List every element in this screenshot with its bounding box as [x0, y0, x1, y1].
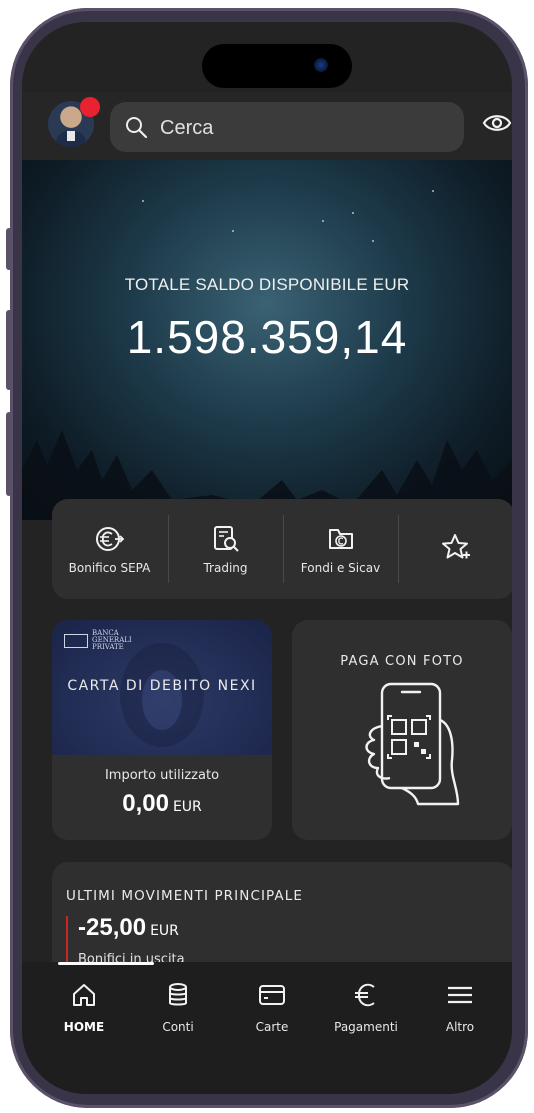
- nav-label: Carte: [255, 1020, 289, 1034]
- movement-amount-value: -25,00: [78, 914, 147, 941]
- star-dot: [372, 240, 374, 242]
- action-add-favorite[interactable]: [398, 499, 512, 599]
- phone-qr-icon: [365, 682, 460, 806]
- card-title: CARTA DI DEBITO NEXI: [67, 678, 257, 694]
- action-label: Fondi e Sicav: [300, 561, 381, 575]
- bank-logo: BANCA GENERALI PRIVATE: [64, 629, 132, 651]
- star-dot: [432, 190, 434, 192]
- nav-pagamenti[interactable]: Pagamenti: [326, 980, 406, 1034]
- nav-altro[interactable]: Altro: [420, 980, 500, 1034]
- menu-icon: [420, 980, 500, 1010]
- search-icon: [124, 115, 148, 144]
- used-amount-value: 0,00: [122, 790, 169, 817]
- movement-currency: EUR: [150, 923, 179, 939]
- action-trading[interactable]: Trading: [168, 499, 283, 599]
- card-icon: [232, 980, 312, 1010]
- fund-folder-icon: [283, 525, 398, 553]
- balance-hero: TOTALE SALDO DISPONIBILE EUR 1.598.359,1…: [22, 160, 512, 520]
- star-add-icon: [398, 533, 512, 561]
- movements-title: ULTIMI MOVIMENTI PRINCIPALE: [66, 888, 304, 904]
- bank-logo-text: BANCA GENERALI PRIVATE: [92, 629, 132, 651]
- card-image: BANCA GENERALI PRIVATE CARTA DI DEBITO N…: [52, 620, 272, 755]
- avatar-collar: [67, 131, 75, 141]
- used-amount-currency: EUR: [172, 799, 202, 815]
- action-fondi-sicav[interactable]: Fondi e Sicav: [283, 499, 398, 599]
- photo-pay-title: PAGA CON FOTO: [340, 654, 464, 669]
- nav-label: HOME: [63, 1020, 105, 1034]
- photo-pay-tile[interactable]: PAGA CON FOTO: [292, 620, 512, 840]
- euro-transfer-icon: [52, 525, 167, 553]
- nav-label: Altro: [445, 1020, 475, 1034]
- nav-label: Pagamenti: [334, 1020, 398, 1034]
- eye-icon[interactable]: [482, 112, 512, 139]
- search-input[interactable]: [158, 112, 452, 144]
- side-button: [6, 310, 12, 390]
- star-dot: [352, 212, 354, 214]
- star-dot: [322, 220, 324, 222]
- action-label: Trading: [203, 561, 248, 575]
- search-bar[interactable]: [110, 102, 464, 152]
- quick-actions: Bonifico SEPA Trading Fondi e Sicav: [52, 499, 512, 599]
- nav-home[interactable]: HOME: [44, 980, 124, 1034]
- bank-logo-mark: [64, 633, 88, 648]
- side-button: [6, 412, 12, 496]
- balance-label: TOTALE SALDO DISPONIBILE EUR: [124, 275, 410, 294]
- bottom-nav: HOME Conti Carte Pagamenti Altro: [22, 962, 512, 1094]
- side-button: [6, 228, 12, 270]
- nav-conti[interactable]: Conti: [138, 980, 218, 1034]
- notification-badge: [80, 97, 100, 117]
- trading-document-icon: [168, 525, 283, 553]
- top-bar: [22, 92, 512, 160]
- used-amount: 0,00 EUR: [52, 790, 272, 818]
- dynamic-island: [202, 44, 352, 88]
- nav-label: Conti: [162, 1020, 194, 1034]
- star-dot: [142, 200, 144, 202]
- movement-amount: -25,00 EUR: [78, 914, 179, 942]
- active-tab-indicator: [58, 962, 154, 965]
- action-label: Bonifico SEPA: [68, 561, 151, 575]
- debit-card-tile[interactable]: BANCA GENERALI PRIVATE CARTA DI DEBITO N…: [52, 620, 272, 840]
- camera-icon: [314, 58, 328, 72]
- home-icon: [44, 980, 124, 1010]
- coins-icon: [138, 980, 218, 1010]
- euro-icon: [326, 980, 406, 1010]
- action-bonifico-sepa[interactable]: Bonifico SEPA: [52, 499, 167, 599]
- screen: TOTALE SALDO DISPONIBILE EUR 1.598.359,1…: [22, 22, 512, 1094]
- used-amount-label: Importo utilizzato: [104, 768, 220, 783]
- balance-value: 1.598.359,14: [126, 311, 408, 363]
- nav-carte[interactable]: Carte: [232, 980, 312, 1034]
- star-dot: [232, 230, 234, 232]
